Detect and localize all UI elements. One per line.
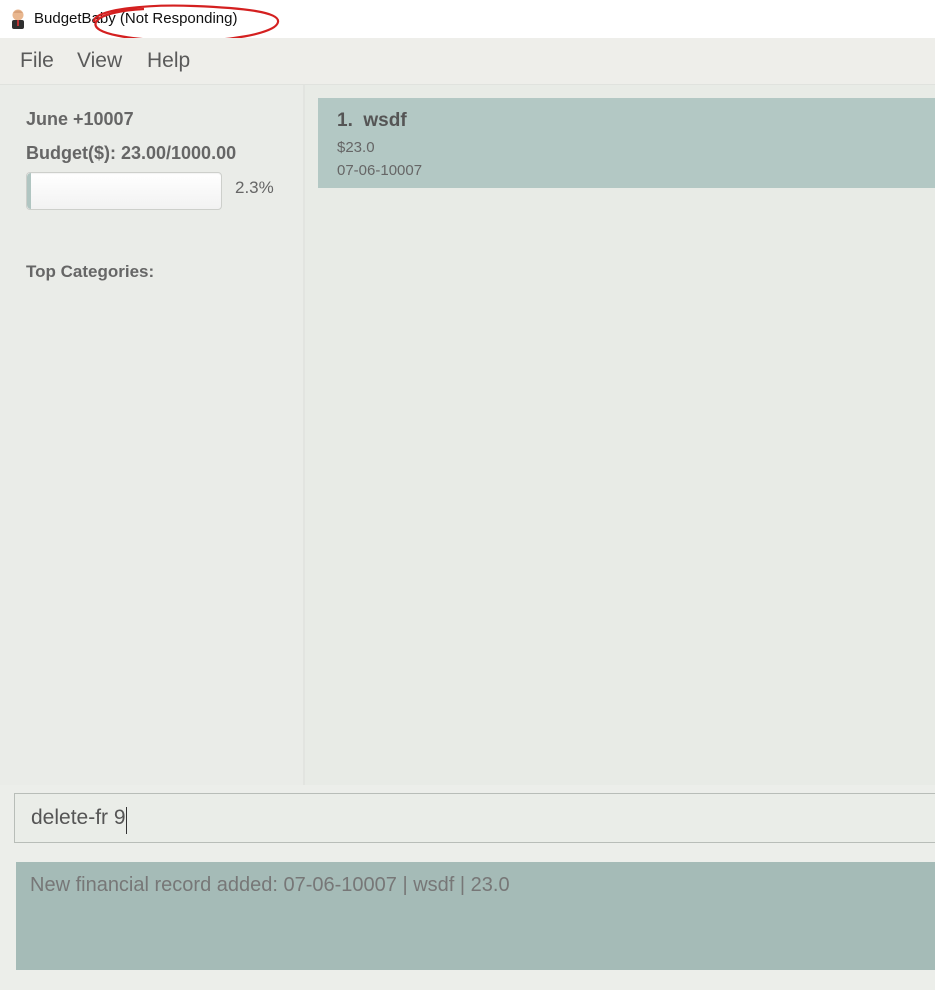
record-card[interactable]: 1. wsdf $23.0 07-06-10007 (318, 98, 935, 188)
command-area (0, 785, 935, 851)
record-title: 1. wsdf (337, 110, 407, 131)
menu-view[interactable]: View (77, 49, 122, 73)
result-message: New financial record added: 07-06-10007 … (30, 874, 510, 896)
record-amount: $23.0 (337, 139, 375, 156)
month-label: June +10007 (26, 109, 134, 129)
menu-file[interactable]: File (20, 49, 54, 73)
budget-progress-fill (27, 173, 32, 209)
budget-label: Budget($): 23.00/1000.00 (26, 143, 236, 163)
window-title: BudgetBaby (Not Responding) (34, 10, 238, 27)
record-date: 07-06-10007 (337, 162, 423, 179)
top-categories-heading: Top Categories: (26, 262, 155, 281)
command-input[interactable] (14, 793, 935, 843)
result-display: New financial record added: 07-06-10007 … (16, 862, 935, 970)
title-bar: BudgetBaby (Not Responding) (0, 0, 935, 43)
budget-percent: 2.3% (235, 178, 274, 197)
menu-help[interactable]: Help (147, 49, 190, 73)
text-caret (126, 807, 127, 834)
menu-bar: File View Help (0, 38, 935, 85)
budget-progress-bar (26, 172, 222, 210)
app-icon (12, 9, 24, 29)
budget-sidebar: June +10007 Budget($): 23.00/1000.00 2.3… (0, 85, 305, 785)
record-list[interactable]: 1. wsdf $23.0 07-06-10007 (305, 85, 935, 785)
